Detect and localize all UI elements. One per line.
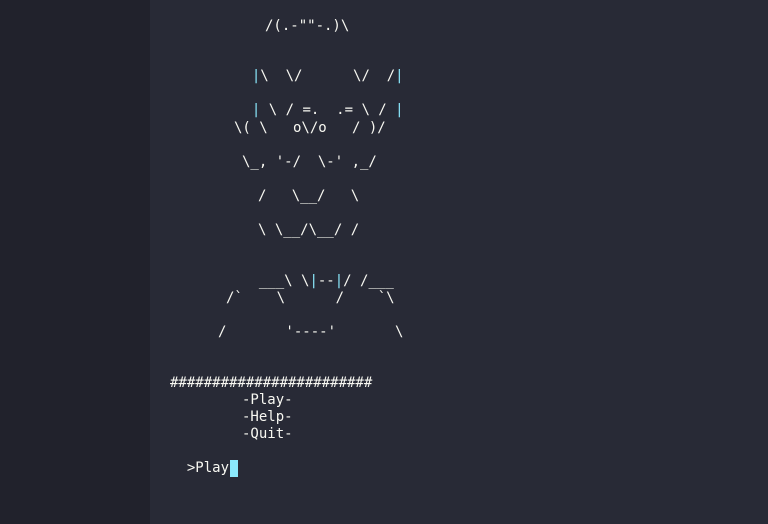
menu-border: ########################: [170, 375, 373, 391]
ascii-art-pipe: |: [334, 273, 344, 289]
ascii-art-line: \( \ o\/o / )/: [234, 120, 386, 136]
ascii-art-line: | \ / =. .= \ / |: [235, 86, 404, 118]
ascii-art-fragment: \ \/ \/ /: [260, 68, 396, 84]
ascii-art-line: \_, '-/ \-' ,_/: [242, 154, 377, 170]
ascii-art-line: |\ \/ \/ /|: [235, 52, 404, 84]
ascii-art-pipe: |: [395, 102, 404, 118]
ascii-art-line: ___\ \|--|/ /___: [242, 257, 394, 289]
menu-item-play[interactable]: -Play-: [242, 392, 293, 409]
ascii-art-line: /` \ / `\: [226, 290, 395, 306]
ascii-art-fragment: \ / =. .= \ /: [260, 102, 396, 118]
command-prompt[interactable]: >Play: [170, 443, 239, 477]
prompt-input-text[interactable]: Play: [195, 460, 229, 476]
ascii-art-fragment: ___\ \: [258, 273, 310, 289]
ascii-art-line: /(.-""-.)\: [265, 18, 350, 34]
menu-item-help[interactable]: -Help-: [242, 409, 293, 426]
ascii-art-line: / '----' \: [218, 324, 404, 340]
ascii-art-line: / \__/ \: [258, 188, 360, 204]
ascii-art-pipe: |: [395, 68, 404, 84]
ascii-art-pipe: |: [309, 273, 318, 289]
sidebar-panel: [0, 0, 150, 524]
menu-item-quit[interactable]: -Quit-: [242, 426, 293, 443]
text-cursor: [230, 460, 239, 477]
ascii-art-line: \ \__/\__/ /: [258, 222, 360, 238]
ascii-art-fragment: --: [317, 273, 335, 289]
ascii-art-fragment: / /___: [343, 273, 394, 289]
